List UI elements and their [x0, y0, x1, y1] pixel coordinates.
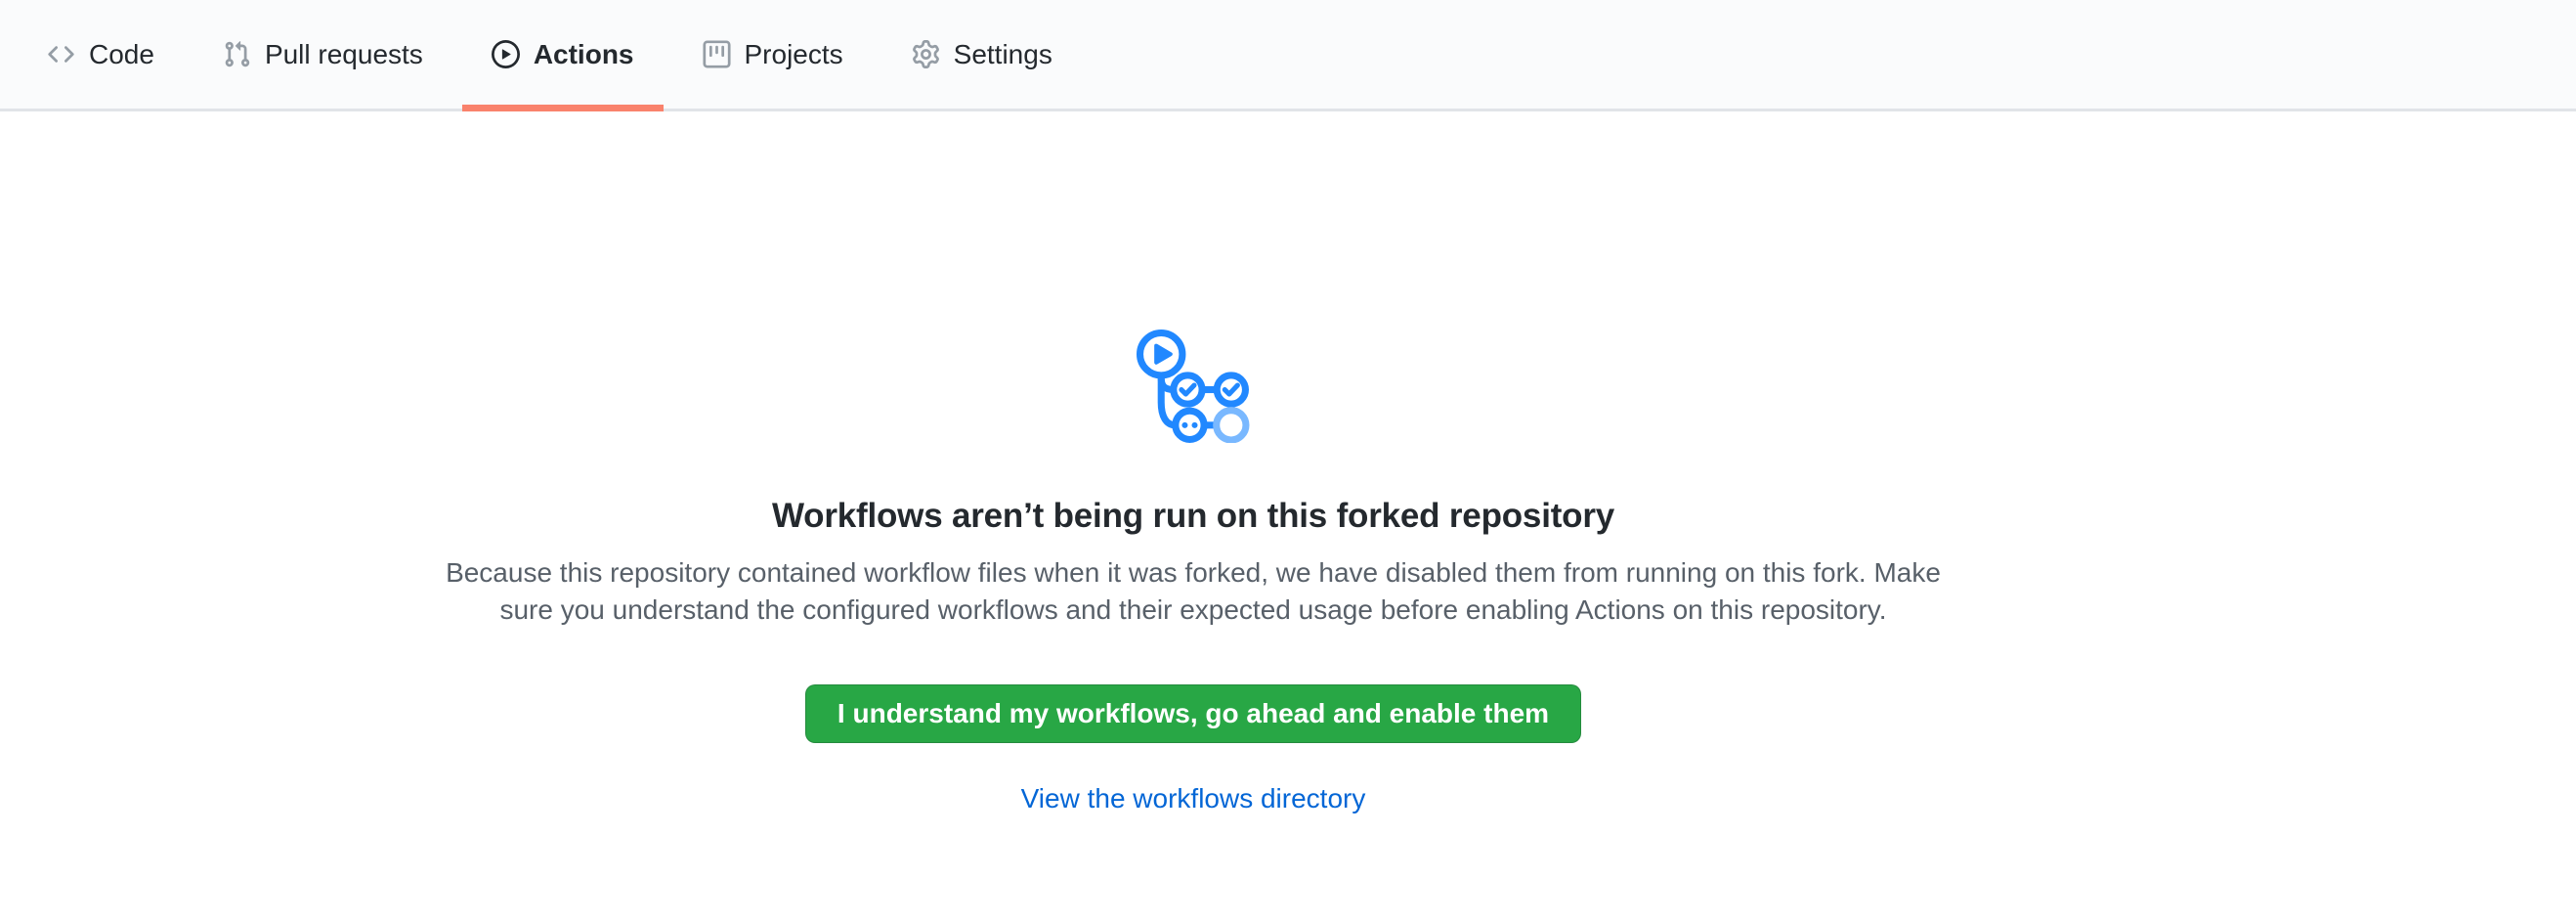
- tab-label: Projects: [745, 41, 843, 68]
- enable-workflows-button[interactable]: I understand my workflows, go ahead and …: [805, 684, 1581, 743]
- tab-label: Actions: [534, 41, 634, 68]
- gear-icon: [912, 40, 940, 68]
- description-line-2: sure you understand the configured workf…: [226, 592, 2161, 629]
- tab-code[interactable]: Code: [18, 0, 184, 109]
- view-workflows-directory-link[interactable]: View the workflows directory: [1021, 780, 1366, 817]
- description-line-1: Because this repository contained workfl…: [226, 554, 2161, 592]
- blankslate-heading: Workflows aren’t being run on this forke…: [0, 496, 2386, 537]
- actions-blankslate: Workflows aren’t being run on this forke…: [0, 111, 2576, 817]
- code-icon: [47, 40, 75, 68]
- workflow-graph-icon: [0, 111, 2386, 443]
- tab-label: Code: [89, 41, 154, 68]
- project-icon: [703, 40, 731, 68]
- play-circle-icon: [492, 40, 520, 68]
- tab-label: Settings: [954, 41, 1052, 68]
- tab-projects[interactable]: Projects: [673, 0, 873, 109]
- git-pull-request-icon: [223, 40, 251, 68]
- tab-actions[interactable]: Actions: [462, 0, 664, 109]
- tab-settings[interactable]: Settings: [882, 0, 1082, 109]
- tab-pull-requests[interactable]: Pull requests: [193, 0, 452, 109]
- blankslate-description: Because this repository contained workfl…: [226, 554, 2161, 629]
- tab-label: Pull requests: [265, 41, 423, 68]
- repo-nav: Code Pull requests Actions Projects: [0, 0, 2576, 111]
